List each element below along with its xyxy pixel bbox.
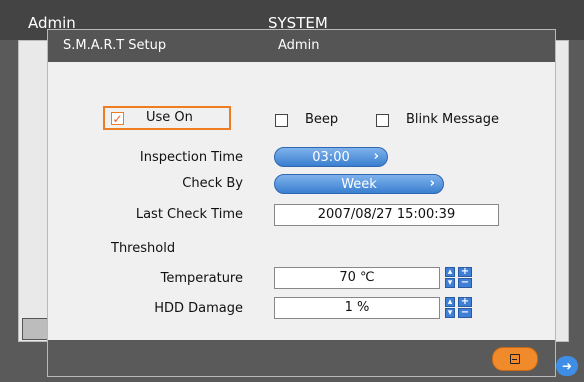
temperature-field[interactable]: 70 ℃ (274, 267, 440, 289)
dialog-title: S.M.A.R.T Setup (63, 38, 167, 53)
temperature-up-icon[interactable]: ▴ (445, 267, 455, 277)
blink-message-label: Blink Message (406, 112, 500, 127)
beep-checkbox[interactable] (275, 114, 288, 127)
save-button[interactable] (492, 347, 538, 371)
hdd-damage-minus-icon[interactable]: − (458, 308, 472, 318)
use-on-label: Use On (146, 110, 193, 125)
dialog-titlebar: S.M.A.R.T Setup Admin (48, 30, 555, 62)
dialog-footer (48, 340, 555, 376)
hdd-damage-down-icon[interactable]: ▾ (445, 308, 455, 318)
temperature-down-icon[interactable]: ▾ (445, 278, 455, 288)
smart-setup-dialog: S.M.A.R.T Setup Admin ✓ Use On Beep Blin… (47, 29, 556, 377)
chevron-right-icon: › (429, 176, 435, 191)
checkmark-icon: ✓ (112, 111, 123, 126)
hdd-damage-label: HDD Damage (154, 301, 243, 316)
check-by-value: Week (341, 177, 377, 192)
last-check-time-label: Last Check Time (135, 207, 243, 222)
background-small-button[interactable] (22, 318, 48, 340)
beep-label: Beep (305, 112, 339, 127)
temperature-label: Temperature (160, 271, 243, 286)
hdd-damage-field[interactable]: 1 % (274, 297, 440, 319)
dialog-user: Admin (278, 38, 320, 53)
chevron-right-icon: › (373, 149, 379, 164)
threshold-label: Threshold (111, 241, 176, 256)
save-icon (510, 354, 520, 364)
inspection-time-label: Inspection Time (139, 150, 243, 165)
use-on-checkbox[interactable]: ✓ (111, 112, 124, 125)
check-by-button[interactable]: Week › (274, 174, 444, 194)
last-check-time-field: 2007/08/27 15:00:39 (274, 204, 499, 226)
hdd-damage-plus-icon[interactable]: + (458, 297, 472, 307)
use-on-checkbox-group[interactable]: ✓ Use On (103, 106, 231, 130)
hdd-damage-up-icon[interactable]: ▴ (445, 297, 455, 307)
arrow-right-icon: ➜ (561, 359, 573, 373)
temperature-plus-icon[interactable]: + (458, 267, 472, 277)
background-next-button[interactable]: ➜ (556, 356, 578, 376)
temperature-minus-icon[interactable]: − (458, 278, 472, 288)
check-by-label: Check By (182, 176, 243, 191)
inspection-time-button[interactable]: 03:00 › (274, 147, 388, 167)
inspection-time-value: 03:00 (312, 150, 350, 165)
blink-message-checkbox[interactable] (376, 114, 389, 127)
